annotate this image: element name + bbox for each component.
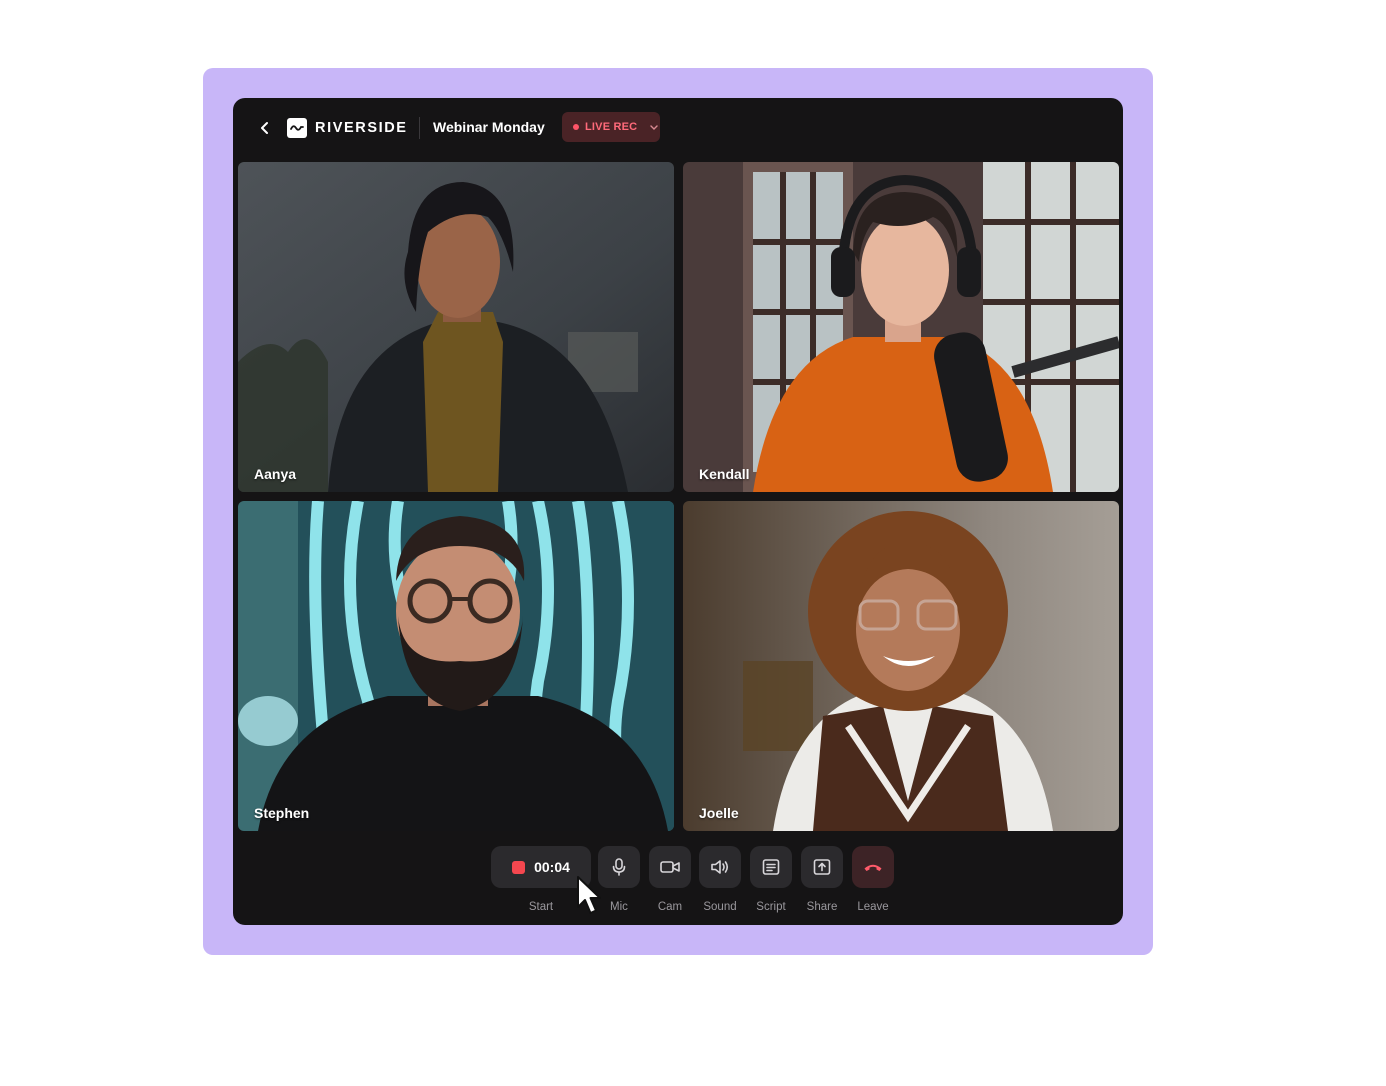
- mic-button[interactable]: [598, 846, 640, 888]
- camera-icon: [660, 861, 680, 873]
- participant-name: Joelle: [699, 805, 739, 821]
- script-control[interactable]: Script: [750, 846, 792, 913]
- leave-control[interactable]: Leave: [852, 846, 894, 913]
- share-button[interactable]: [801, 846, 843, 888]
- participant-video: [238, 162, 674, 492]
- share-screen-icon: [813, 859, 831, 875]
- header-divider: [419, 117, 420, 139]
- riverside-logo: RIVERSIDE: [287, 118, 408, 138]
- brand-name: RIVERSIDE: [315, 120, 408, 136]
- back-button[interactable]: [255, 118, 275, 138]
- participant-tile-joelle[interactable]: Joelle: [683, 501, 1119, 831]
- mic-icon: [612, 858, 626, 876]
- speaker-icon: [711, 860, 729, 874]
- participant-video: [683, 501, 1119, 831]
- leave-label: Leave: [857, 901, 889, 913]
- participant-video: [683, 162, 1119, 492]
- top-bar: RIVERSIDE Webinar Monday LIVE REC: [233, 98, 1123, 160]
- sound-button[interactable]: [699, 846, 741, 888]
- participant-tile-aanya[interactable]: Aanya: [238, 162, 674, 492]
- live-rec-label: LIVE REC: [585, 121, 638, 133]
- script-button[interactable]: [750, 846, 792, 888]
- live-rec-dropdown[interactable]: LIVE REC: [562, 112, 660, 142]
- record-icon: [512, 860, 526, 874]
- riverside-studio-window: RIVERSIDE Webinar Monday LIVE REC Aanya …: [233, 98, 1123, 925]
- participant-video: [238, 501, 674, 831]
- riverside-logo-icon: [287, 118, 307, 138]
- start-label: Start: [528, 901, 554, 913]
- leave-button[interactable]: [852, 846, 894, 888]
- script-icon: [762, 859, 780, 875]
- share-control[interactable]: Share: [801, 846, 843, 913]
- participant-name: Aanya: [254, 466, 297, 482]
- cam-control[interactable]: Cam: [649, 846, 691, 913]
- participant-name: Kendall: [699, 466, 750, 482]
- sound-control[interactable]: Sound: [699, 846, 741, 913]
- back-arrow-icon: [261, 122, 268, 134]
- record-button[interactable]: 00:04: [491, 846, 591, 888]
- phone-hangup-icon: [864, 864, 882, 871]
- live-dot-icon: [573, 124, 579, 130]
- mic-control[interactable]: Mic: [598, 846, 640, 913]
- recording-timer: 00:04: [534, 859, 570, 875]
- participant-tile-stephen[interactable]: Stephen: [238, 501, 674, 831]
- mic-label: Mic: [610, 901, 628, 913]
- cam-label: Cam: [657, 901, 683, 913]
- sound-label: Sound: [703, 901, 737, 913]
- script-label: Script: [756, 901, 786, 913]
- participant-name: Stephen: [254, 805, 310, 821]
- control-bar: 00:04 Start Mic Cam Sound Script Share L…: [233, 846, 1123, 916]
- record-control[interactable]: 00:04 Start: [491, 846, 591, 913]
- cam-button[interactable]: [649, 846, 691, 888]
- share-label: Share: [806, 901, 838, 913]
- session-title: Webinar Monday: [433, 119, 545, 135]
- participant-tile-kendall[interactable]: Kendall: [683, 162, 1119, 492]
- chevron-down-icon: [649, 124, 659, 131]
